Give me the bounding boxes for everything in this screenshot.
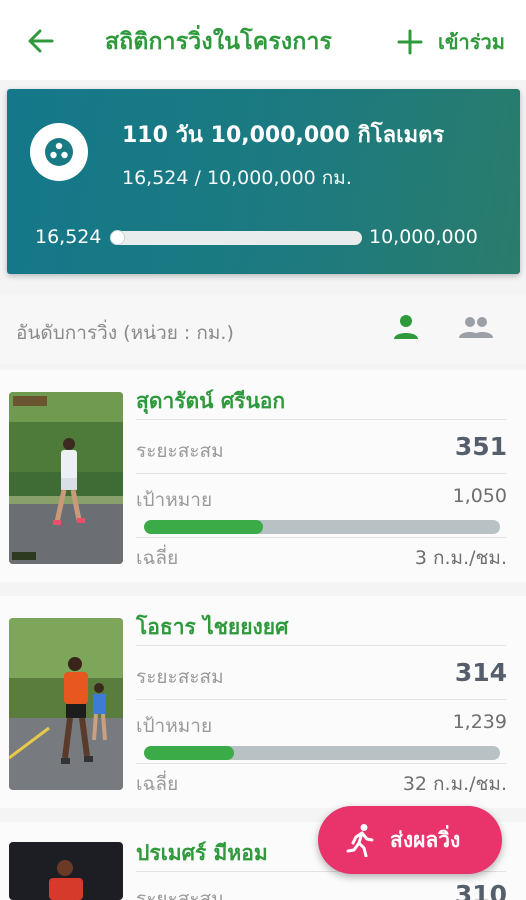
page-title: สถิติการวิ่งในโครงการ <box>105 29 333 55</box>
total-distance-label: ระยะสะสม <box>136 440 224 462</box>
submit-run-button[interactable]: ส่งผลวิ่ง <box>318 806 502 874</box>
total-distance-value: 310 <box>454 880 507 900</box>
project-progress-bar <box>110 230 362 245</box>
project-progress-text: 16,524 / 10,000,000 กม. <box>122 167 352 189</box>
divider <box>136 473 506 474</box>
project-banner: 110 วัน 10,000,000 กิโลเมตร 16,524 / 10,… <box>7 89 520 274</box>
total-distance-label: ระยะสะสม <box>136 666 224 688</box>
goal-value: 1,239 <box>452 711 507 733</box>
goal-progress-fill <box>144 746 235 760</box>
divider <box>136 419 506 420</box>
join-button-label: เข้าร่วม <box>438 30 505 54</box>
runner-photo <box>9 842 123 900</box>
person-icon <box>394 315 418 339</box>
divider <box>136 537 506 538</box>
goal-value: 1,050 <box>452 485 507 507</box>
runner-card[interactable]: สุดารัตน์ ศรีนอก ระยะสะสม 351 เป้าหมาย 1… <box>0 370 526 582</box>
individual-tab[interactable] <box>391 312 421 342</box>
total-distance-label: ระยะสะสม <box>136 888 224 900</box>
goal-label: เป้าหมาย <box>136 489 213 511</box>
divider <box>136 645 506 646</box>
runner-name: สุดารัตน์ ศรีนอก <box>136 389 286 413</box>
goal-progress-fill <box>144 520 263 534</box>
group-icon <box>459 317 493 338</box>
arrow-left-icon <box>28 29 54 53</box>
runner-photo <box>9 618 123 790</box>
progress-end-value: 10,000,000 <box>369 226 478 248</box>
submit-run-label: ส่งผลวิ่ง <box>390 827 461 852</box>
ranking-label: อันดับการวิ่ง (หน่วย : กม.) <box>16 322 234 344</box>
group-tab[interactable] <box>458 312 494 342</box>
progress-start-value: 16,524 <box>35 226 102 248</box>
runner-icon <box>346 824 374 857</box>
app-bar: สถิติการวิ่งในโครงการ เข้าร่วม <box>0 0 526 80</box>
runner-photo <box>9 392 123 564</box>
total-distance-value: 351 <box>454 432 507 461</box>
runner-name: โอธาร ไชยยงยศ <box>136 615 289 639</box>
average-value: 3 ก.ม./ชม. <box>414 547 507 569</box>
average-value: 32 ก.ม./ชม. <box>402 773 507 795</box>
average-label: เฉลี่ย <box>136 773 179 795</box>
goal-label: เป้าหมาย <box>136 715 213 737</box>
project-title: 110 วัน 10,000,000 กิโลเมตร <box>122 123 445 148</box>
divider <box>136 699 506 700</box>
join-button[interactable]: เข้าร่วม <box>396 24 505 60</box>
back-button[interactable] <box>24 24 58 58</box>
project-logo-icon <box>30 123 88 181</box>
average-label: เฉลี่ย <box>136 547 179 569</box>
total-distance-value: 314 <box>454 658 507 687</box>
runner-card[interactable]: โอธาร ไชยยงยศ ระยะสะสม 314 เป้าหมาย 1,23… <box>0 596 526 808</box>
progress-knob <box>110 230 126 245</box>
plus-icon <box>397 29 423 55</box>
goal-progress-bar <box>144 520 500 534</box>
divider <box>136 763 506 764</box>
ranking-header: อันดับการวิ่ง (หน่วย : กม.) <box>0 294 526 364</box>
goal-progress-bar <box>144 746 500 760</box>
runner-name: ปรเมศร์ มีหอม <box>136 841 268 865</box>
